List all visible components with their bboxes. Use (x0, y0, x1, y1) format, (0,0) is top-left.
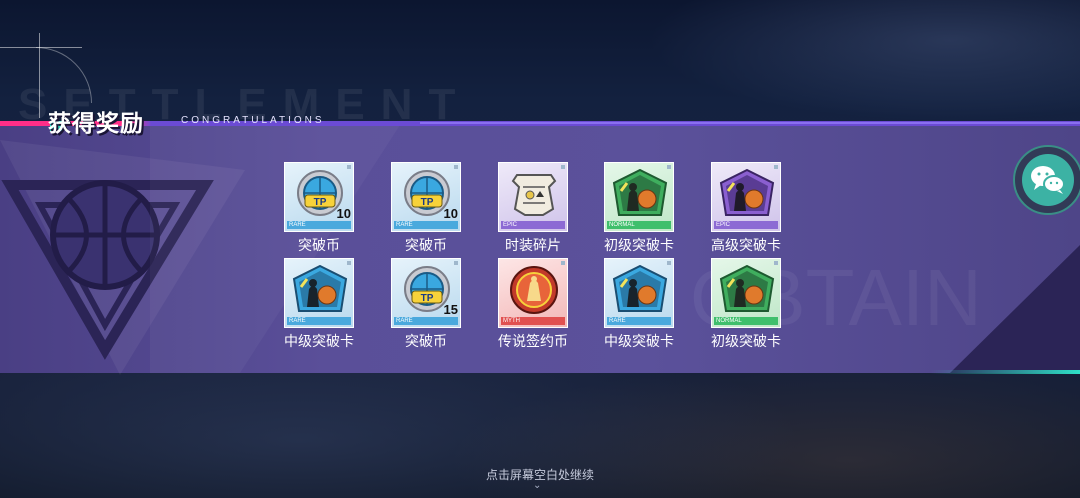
reward-item[interactable]: RARE 中级突破卡 (269, 258, 369, 351)
card-corner (347, 165, 351, 169)
item-label: 初级突破卡 (604, 238, 674, 254)
page-subtitle: CONGRATULATIONS (181, 115, 325, 126)
card-corner (667, 261, 671, 265)
card-corner (454, 261, 458, 265)
svg-text:TP: TP (314, 197, 327, 208)
card-corner (774, 261, 778, 265)
item-label: 高级突破卡 (711, 238, 781, 254)
item-card: RARE (604, 258, 674, 328)
reward-item[interactable]: NORMAL 初级突破卡 (696, 258, 796, 351)
svg-text:TP: TP (421, 293, 434, 304)
panel-top-light (420, 122, 1080, 124)
breakthrough-card-icon (612, 265, 668, 312)
item-card: MYTH (498, 258, 568, 328)
reward-item[interactable]: RARE 中级突破卡 (589, 258, 689, 351)
item-label: 突破币 (405, 334, 447, 350)
fashion-shard-icon (511, 174, 557, 216)
rarity-tag: NORMAL (714, 317, 778, 325)
item-count: 10 (336, 206, 351, 221)
wechat-icon (1031, 166, 1065, 194)
item-label: 传说签约币 (498, 334, 568, 350)
item-label: 突破币 (298, 238, 340, 254)
breakthrough-card-icon (292, 265, 348, 312)
card-corner (454, 165, 458, 169)
item-card: NORMAL (604, 162, 674, 232)
item-label: 时装碎片 (505, 238, 561, 254)
chat-button[interactable] (1013, 145, 1080, 215)
item-label: 突破币 (405, 238, 447, 254)
rarity-tag: RARE (394, 221, 458, 229)
item-label: 中级突破卡 (604, 334, 674, 350)
rarity-tag: EPIC (501, 221, 565, 229)
rarity-tag: RARE (607, 317, 671, 325)
item-card: NORMAL (711, 258, 781, 328)
rarity-tag: NORMAL (607, 221, 671, 229)
card-corner (667, 165, 671, 169)
reward-item[interactable]: NORMAL 初级突破卡 (589, 162, 689, 255)
rarity-tag: EPIC (714, 221, 778, 229)
item-count: 15 (443, 302, 458, 317)
item-card: RARE (284, 258, 354, 328)
item-card: TP 10 RARE (284, 162, 354, 232)
reward-item[interactable]: TP 10 RARE 突破币 (269, 162, 369, 255)
reward-item[interactable]: MYTH 传说签约币 (483, 258, 583, 351)
reward-item[interactable]: TP 10 RARE 突破币 (376, 162, 476, 255)
item-label: 初级突破卡 (711, 334, 781, 350)
rarity-tag: RARE (394, 317, 458, 325)
page-title: 获得奖励 (48, 111, 144, 137)
rarity-tag: RARE (287, 221, 351, 229)
item-card: TP 15 RARE (391, 258, 461, 328)
rarity-tag: MYTH (501, 317, 565, 325)
item-card: TP 10 RARE (391, 162, 461, 232)
reward-item[interactable]: EPIC 高级突破卡 (696, 162, 796, 255)
reward-item[interactable]: EPIC 时装碎片 (483, 162, 583, 255)
card-corner (347, 261, 351, 265)
item-label: 中级突破卡 (284, 334, 354, 350)
legend-coin-icon (510, 266, 558, 314)
item-card: EPIC (711, 162, 781, 232)
breakthrough-card-icon (719, 265, 775, 312)
card-corner (561, 261, 565, 265)
card-corner (774, 165, 778, 169)
panel-bottom-accent (930, 370, 1080, 374)
rarity-tag: RARE (287, 317, 351, 325)
item-count: 10 (443, 206, 458, 221)
svg-text:TP: TP (421, 197, 434, 208)
breakthrough-card-icon (612, 169, 668, 216)
chevron-down-icon: ⌄ (533, 480, 542, 491)
breakthrough-card-icon (719, 169, 775, 216)
item-card: EPIC (498, 162, 568, 232)
reward-item[interactable]: TP 15 RARE 突破币 (376, 258, 476, 351)
chat-button-face (1022, 154, 1074, 206)
card-corner (561, 165, 565, 169)
